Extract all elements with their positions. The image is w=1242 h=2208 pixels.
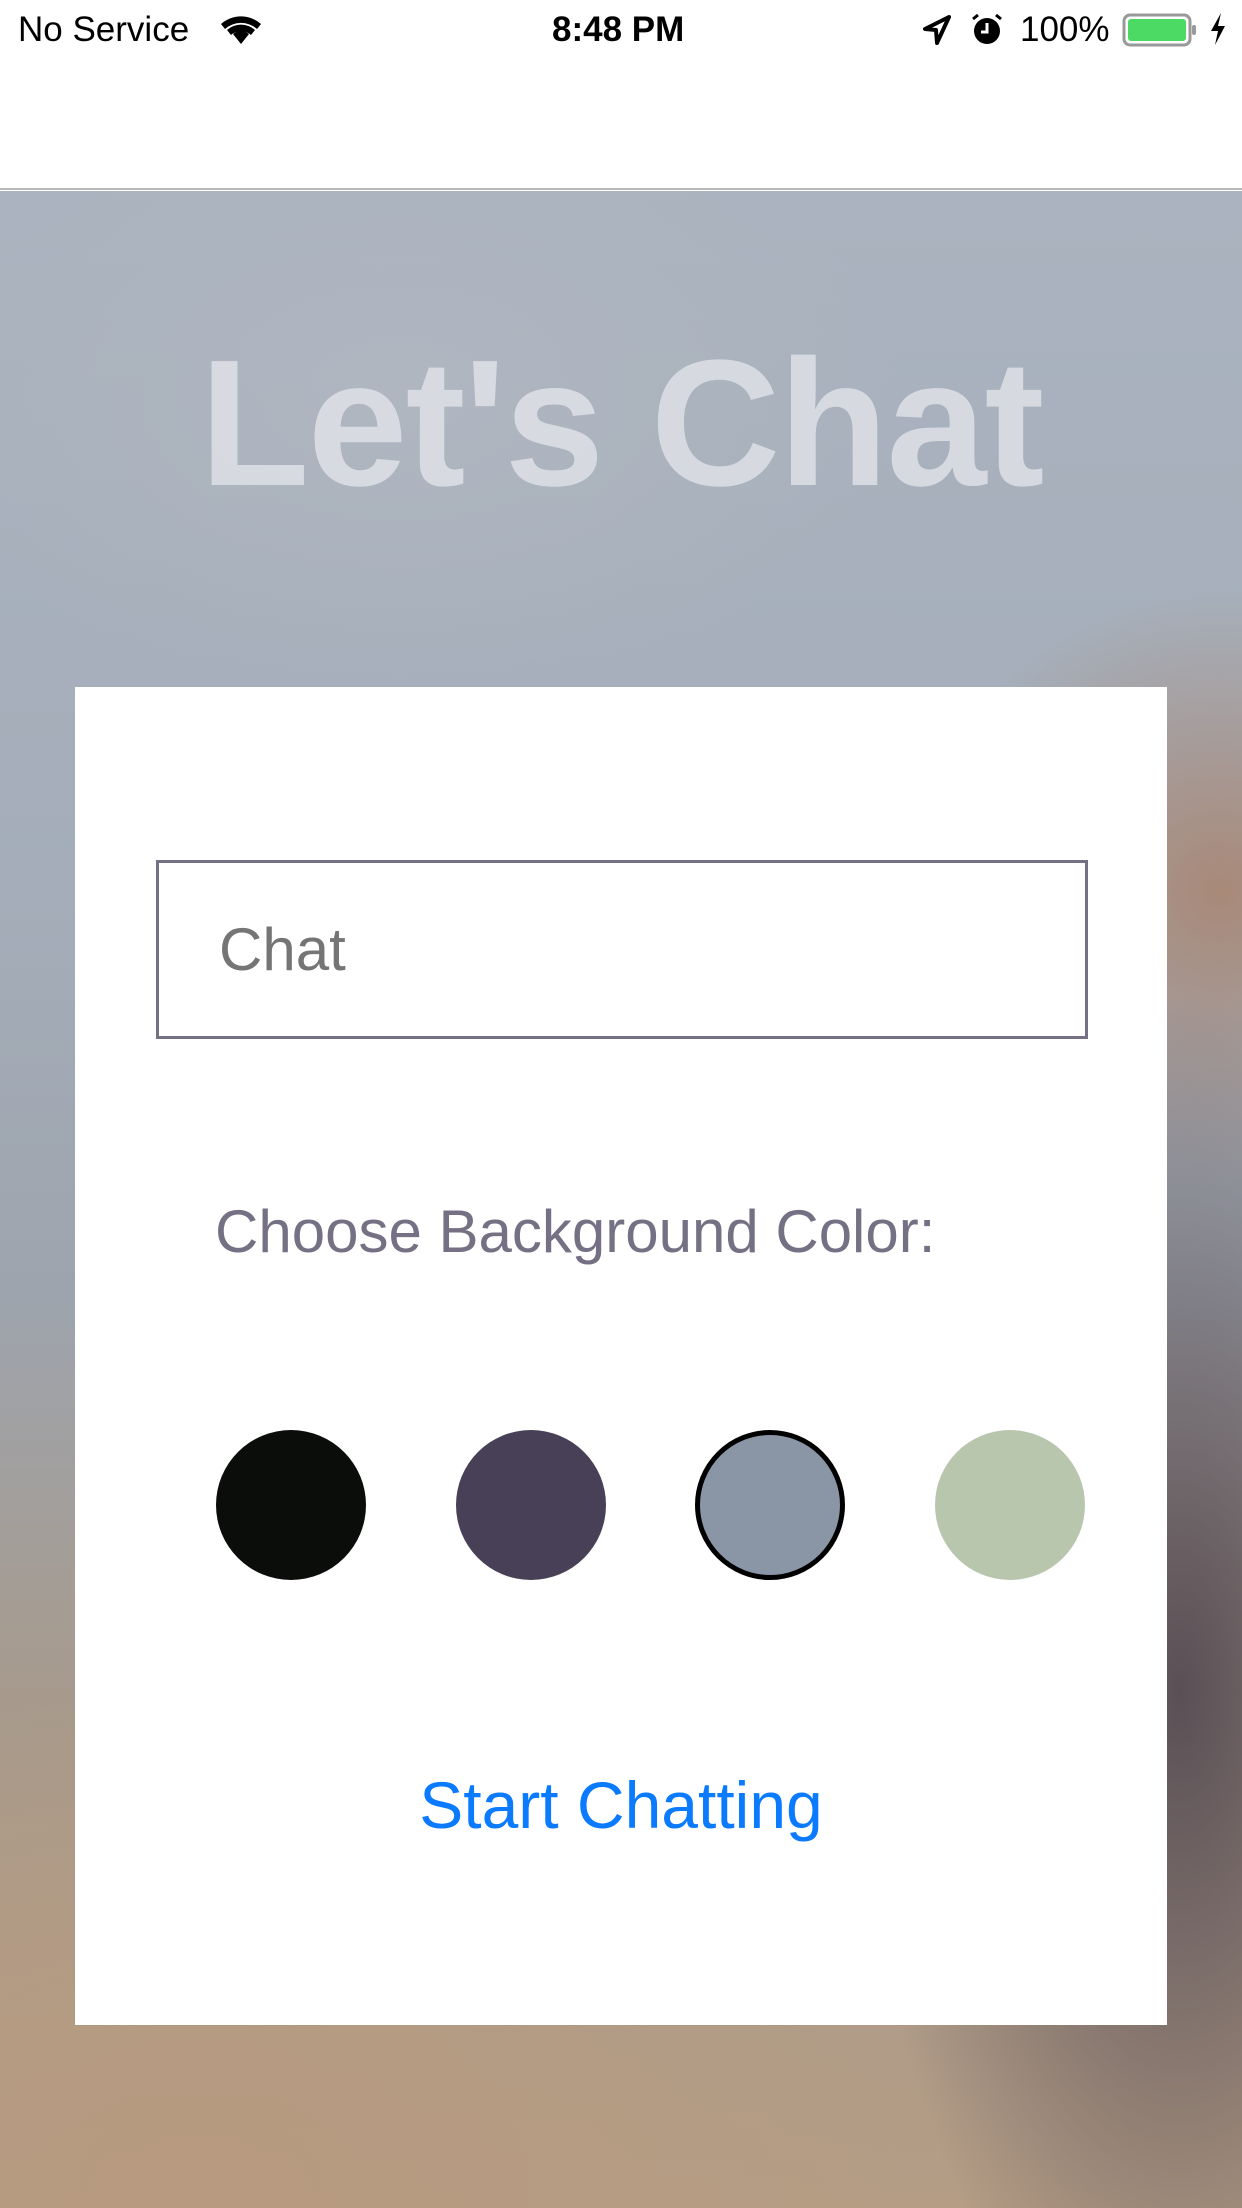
navigation-bar [0,62,1242,190]
carrier-label: No Service [18,10,190,49]
color-swatch-purple[interactable] [456,1430,606,1580]
app-title: Let's Chat [199,323,1045,524]
alarm-icon [970,13,1004,54]
color-swatch-black[interactable] [216,1430,366,1580]
location-icon [923,14,951,54]
start-card: Choose Background Color: Start Chatting [75,687,1167,2025]
color-swatch-gray-selected[interactable] [695,1430,845,1580]
color-label: Choose Background Color: [215,1198,936,1265]
battery-percent: 100% [1020,10,1110,49]
wifi-icon [218,12,264,55]
name-input[interactable] [156,860,1088,1039]
color-swatch-green[interactable] [935,1430,1085,1580]
battery-icon [1122,13,1202,56]
clock: 8:48 PM [552,10,685,49]
start-chatting-button[interactable]: Start Chatting [75,1767,1167,1843]
status-bar: No Service 8:48 PM 100% [0,0,1242,62]
charging-icon [1208,12,1228,55]
